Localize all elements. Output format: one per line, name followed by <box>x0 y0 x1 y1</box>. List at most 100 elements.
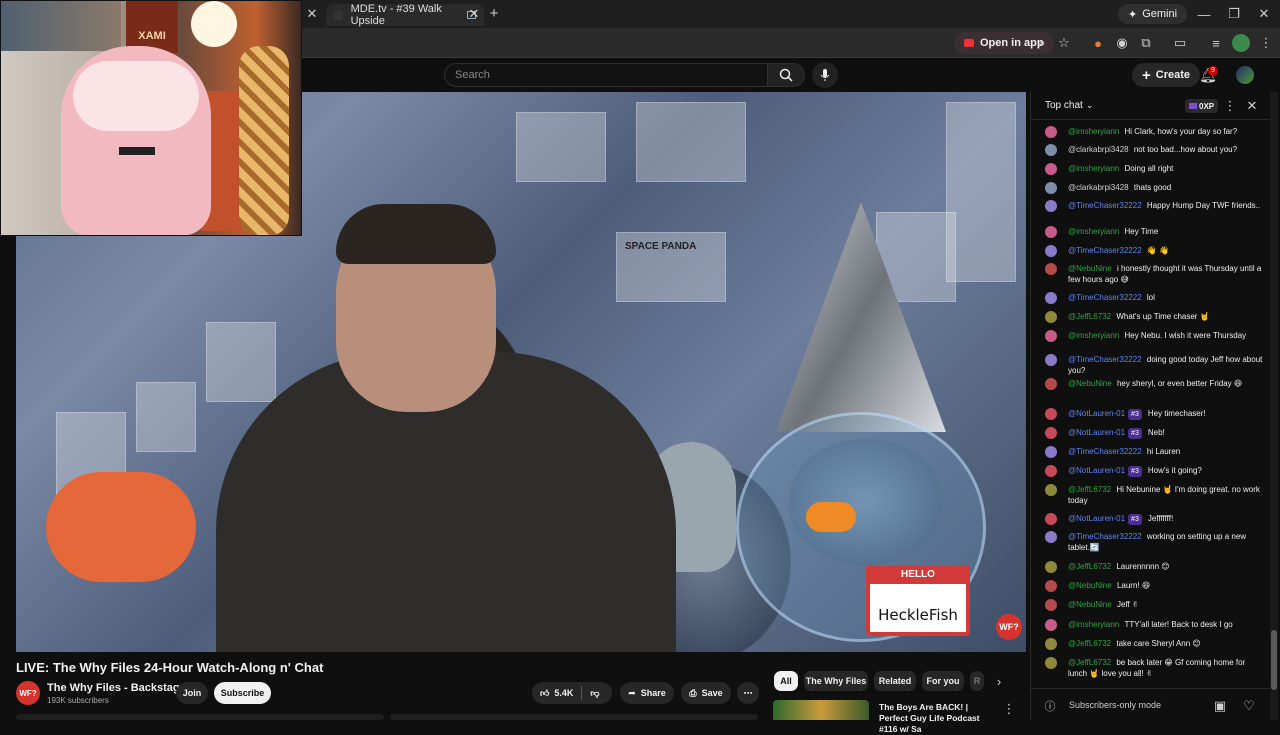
chat-mode-selector[interactable]: Top chat ⌄ <box>1045 100 1093 111</box>
chat-message[interactable]: @JeffL6732 Hi Nebunine 🤘 I'm doing great… <box>1041 484 1263 506</box>
chat-username[interactable]: @imsheryiann <box>1068 620 1119 629</box>
chat-scrollbar-track[interactable] <box>1270 92 1278 720</box>
chat-user-avatar[interactable] <box>1045 292 1057 304</box>
browser-menu-icon[interactable]: ⋮ <box>1258 35 1274 51</box>
chat-user-avatar[interactable] <box>1045 446 1057 458</box>
xp-badge[interactable]: 0XP <box>1185 99 1219 113</box>
chat-message[interactable]: @JeffL6732 take care Sheryl Ann 😊 <box>1041 638 1263 650</box>
chat-username[interactable]: @JeffL6732 <box>1068 562 1111 571</box>
chat-message[interactable]: @clarkabrpi3428 not too bad...how about … <box>1041 144 1263 156</box>
join-button[interactable]: Join <box>176 682 208 704</box>
chat-user-avatar[interactable] <box>1045 378 1057 390</box>
chat-username[interactable]: @TimeChaser32222 <box>1068 201 1142 210</box>
profile-avatar[interactable] <box>1232 34 1250 52</box>
channel-name[interactable]: The Why Files - Backstage <box>47 682 186 694</box>
chip-all[interactable]: All <box>774 671 798 691</box>
chat-message[interactable]: @TimeChaser32222 doing good today Jeff h… <box>1041 354 1263 376</box>
chat-message[interactable]: @TimeChaser32222 lol <box>1041 292 1263 304</box>
channel-avatar[interactable]: WF? <box>16 681 40 705</box>
chat-message[interactable]: @imsheryiann Hey Time <box>1041 226 1263 238</box>
new-tab-button[interactable]: + <box>486 5 502 22</box>
chevron-right-icon[interactable]: › <box>990 672 1008 690</box>
chat-message[interactable]: @NebuNine hey sheryl, or even better Fri… <box>1041 378 1263 390</box>
chat-message[interactable]: @imsheryiann Doing all right <box>1041 163 1263 175</box>
chat-username[interactable]: @NebuNine <box>1068 600 1112 609</box>
close-tab-icon[interactable]: ✕ <box>304 6 320 22</box>
chat-message[interactable]: @NebuNine Laurn! 😆 <box>1041 580 1263 592</box>
recommended-video-thumbnail[interactable] <box>773 700 869 720</box>
extensions-puzzle-icon[interactable]: ⧉ <box>1138 35 1154 51</box>
chat-more-icon[interactable]: ⋮ <box>1223 98 1237 113</box>
chat-user-avatar[interactable] <box>1045 513 1057 525</box>
voice-search-button[interactable] <box>812 62 838 88</box>
chat-user-avatar[interactable] <box>1045 311 1057 323</box>
chat-message[interactable]: @NotLauren-01 #3 How's it going? <box>1041 465 1263 477</box>
chat-user-avatar[interactable] <box>1045 638 1057 650</box>
chat-user-avatar[interactable] <box>1045 531 1057 543</box>
more-actions-icon[interactable]: ⋯ <box>737 682 759 704</box>
extension-icon[interactable]: ◉ <box>1114 35 1130 51</box>
chat-username[interactable]: @NebuNine <box>1068 581 1112 590</box>
chat-user-avatar[interactable] <box>1045 465 1057 477</box>
chat-user-avatar[interactable] <box>1045 657 1057 669</box>
chat-user-avatar[interactable] <box>1045 619 1057 631</box>
chat-message[interactable]: @TimeChaser32222 👋 👋 <box>1041 245 1263 257</box>
chat-user-avatar[interactable] <box>1045 580 1057 592</box>
chat-user-avatar[interactable] <box>1045 354 1057 366</box>
chat-user-avatar[interactable] <box>1045 599 1057 611</box>
chat-user-avatar[interactable] <box>1045 484 1057 496</box>
search-input[interactable]: Search <box>444 63 768 87</box>
chat-username[interactable]: @imsheryiann <box>1068 127 1119 136</box>
chat-user-avatar[interactable] <box>1045 330 1057 342</box>
chat-user-avatar[interactable] <box>1045 561 1057 573</box>
chat-username[interactable]: @NotLauren-01 <box>1068 428 1125 437</box>
super-chat-icon[interactable]: ▣ <box>1213 698 1227 713</box>
chat-user-avatar[interactable] <box>1045 126 1057 138</box>
chat-username[interactable]: @TimeChaser32222 <box>1068 293 1142 302</box>
recommended-video-title[interactable]: The Boys Are BACK! | Perfect Guy Life Po… <box>879 702 999 735</box>
chat-username[interactable]: @JeffL6732 <box>1068 485 1111 494</box>
heart-reaction-icon[interactable]: ♡ <box>1241 698 1257 714</box>
chat-message[interactable]: @imsheryiann Hi Clark, how's your day so… <box>1041 126 1263 138</box>
chat-username[interactable]: @NotLauren-01 <box>1068 466 1125 475</box>
chat-user-avatar[interactable] <box>1045 245 1057 257</box>
chat-message[interactable]: @NebuNine Jeff ✌ <box>1041 599 1263 611</box>
minimize-icon[interactable]: — <box>1196 6 1212 22</box>
chat-username[interactable]: @TimeChaser32222 <box>1068 447 1142 456</box>
share-button[interactable]: ➦ Share <box>620 682 674 704</box>
chat-message[interactable]: @JeffL6732 What's up Time chaser 🤘 <box>1041 311 1263 323</box>
chat-user-avatar[interactable] <box>1045 263 1057 275</box>
chat-message[interactable]: @TimeChaser32222 Happy Hump Day TWF frie… <box>1041 200 1263 212</box>
chat-username[interactable]: @clarkabrpi3428 <box>1068 183 1129 192</box>
chat-message[interactable]: @NotLauren-01 #3 Jefffffff! <box>1041 513 1263 525</box>
chat-username[interactable]: @clarkabrpi3428 <box>1068 145 1129 154</box>
info-icon[interactable]: ⓘ <box>1043 699 1057 713</box>
chat-username[interactable]: @NotLauren-01 <box>1068 514 1125 523</box>
chat-username[interactable]: @imsheryiann <box>1068 331 1119 340</box>
account-avatar[interactable] <box>1236 66 1254 84</box>
zoom-icon[interactable]: ⌕ <box>1034 35 1050 51</box>
bookmark-star-icon[interactable]: ☆ <box>1056 35 1072 51</box>
chat-user-avatar[interactable] <box>1045 408 1057 420</box>
chat-username[interactable]: @NebuNine <box>1068 264 1112 273</box>
maximize-icon[interactable]: ❐ <box>1226 6 1242 22</box>
chat-username[interactable]: @JeffL6732 <box>1068 658 1111 667</box>
close-tab-icon[interactable]: ✕ <box>466 6 482 22</box>
chat-user-avatar[interactable] <box>1045 182 1057 194</box>
save-button[interactable]: ⎙ Save <box>681 682 731 704</box>
chat-message[interactable]: @clarkabrpi3428 thats good <box>1041 182 1263 194</box>
chat-message[interactable]: @TimeChaser32222 working on setting up a… <box>1041 531 1263 553</box>
chat-message[interactable]: @NotLauren-01 #3 Neb! <box>1041 427 1263 439</box>
chat-user-avatar[interactable] <box>1045 427 1057 439</box>
close-chat-icon[interactable]: ✕ <box>1245 98 1259 113</box>
chat-message[interactable]: @NotLauren-01 #3 Hey timechaser! <box>1041 408 1263 420</box>
channel-watermark[interactable]: WF? <box>996 614 1022 640</box>
chat-message[interactable]: @JeffL6732 be back later 😁 Gf coming hom… <box>1041 657 1263 679</box>
search-button[interactable] <box>767 63 805 87</box>
chat-user-avatar[interactable] <box>1045 163 1057 175</box>
recommended-more-icon[interactable]: ⋮ <box>1002 701 1016 716</box>
reading-list-icon[interactable]: ≡ <box>1208 35 1224 51</box>
chat-message[interactable]: @JeffL6732 Laurennnnn 😊 <box>1041 561 1263 573</box>
chat-message[interactable]: @imsheryiann TTY'all later! Back to desk… <box>1041 619 1263 631</box>
chat-username[interactable]: @imsheryiann <box>1068 164 1119 173</box>
